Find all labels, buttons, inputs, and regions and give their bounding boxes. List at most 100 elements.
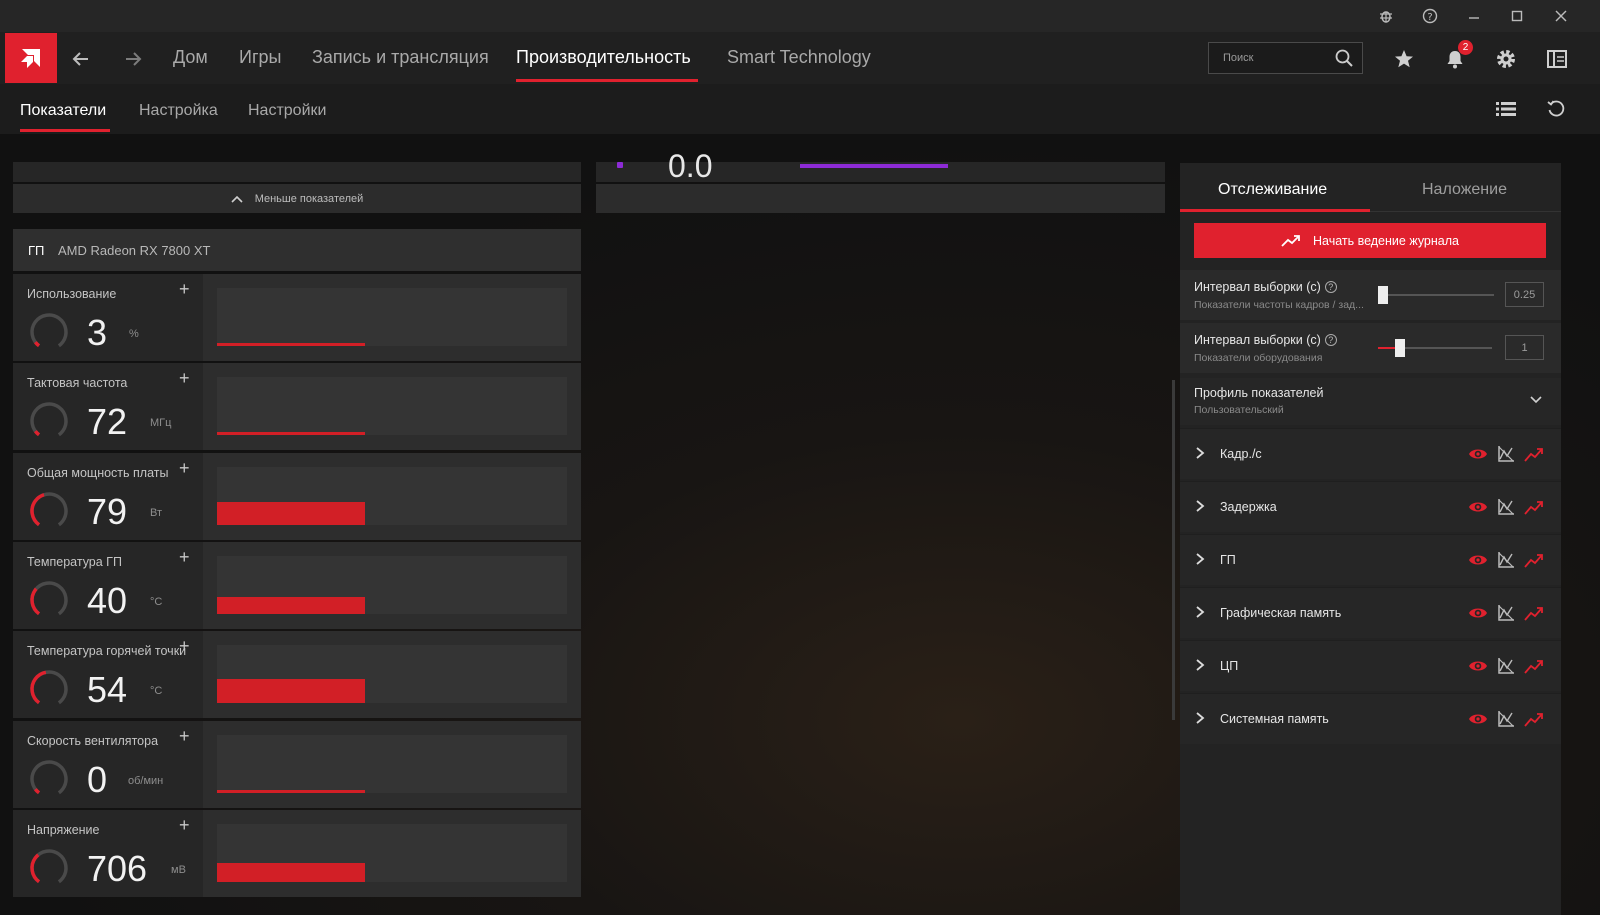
eye-icon[interactable] [1468, 497, 1488, 517]
subtab-tuning[interactable]: Настройка [139, 102, 218, 120]
partial-metric-bar [800, 164, 948, 168]
metric-history-bar [217, 343, 365, 346]
metric-row: Общая мощность платы + 79 Вт [13, 453, 581, 540]
add-metric-plus-icon[interactable]: + [179, 458, 190, 479]
partial-metric-row [13, 162, 581, 182]
metric-history-bar [217, 790, 365, 793]
amd-logo-icon[interactable] [5, 33, 57, 83]
back-arrow-icon[interactable] [68, 46, 94, 72]
minimize-icon[interactable] [1461, 6, 1487, 26]
maximize-icon[interactable] [1504, 6, 1530, 26]
add-metric-plus-icon[interactable]: + [179, 726, 190, 747]
eye-icon[interactable] [1468, 550, 1488, 570]
reset-icon[interactable] [1545, 98, 1567, 125]
notification-count-badge: 2 [1458, 40, 1473, 55]
chevron-right-icon[interactable] [1194, 499, 1206, 513]
sampling-interval-hw-slider-handle[interactable] [1395, 339, 1405, 357]
category-row-latency[interactable]: Задержка [1180, 481, 1561, 532]
add-metric-plus-icon[interactable]: + [179, 368, 190, 389]
metric-label: Температура ГП [27, 555, 122, 569]
graph-icon[interactable] [1496, 656, 1516, 676]
category-row-gpu[interactable]: ГП [1180, 534, 1561, 585]
tab-record-stream[interactable]: Запись и трансляция [312, 47, 489, 68]
partial-metric-value: 0.0 [668, 148, 713, 184]
search-input[interactable]: Поиск [1208, 42, 1363, 74]
sampling-interval-fps-value[interactable]: 0.25 [1505, 282, 1544, 307]
scrollbar[interactable] [1172, 380, 1175, 720]
category-row-vram[interactable]: Графическая память [1180, 587, 1561, 638]
eye-icon[interactable] [1468, 656, 1488, 676]
metric-history-chart [217, 467, 567, 525]
subtab-settings[interactable]: Настройки [248, 102, 326, 120]
favorites-star-icon[interactable] [1389, 44, 1419, 74]
chevron-right-icon[interactable] [1194, 658, 1206, 672]
start-logging-button[interactable]: Начать ведение журнала [1194, 223, 1546, 258]
metric-unit: °C [150, 685, 163, 697]
graph-icon[interactable] [1496, 603, 1516, 623]
metrics-profile-dropdown[interactable]: Профиль показателей Пользовательский [1180, 378, 1561, 425]
metric-history-chart [217, 288, 567, 346]
add-metric-plus-icon[interactable]: + [179, 815, 190, 836]
metric-value: 54 [87, 669, 128, 710]
sampling-interval-fps-slider-handle[interactable] [1378, 286, 1388, 304]
add-metric-plus-icon[interactable]: + [179, 279, 190, 300]
category-row-fps[interactable]: Кадр./с [1180, 428, 1561, 479]
eye-icon[interactable] [1468, 603, 1488, 623]
category-label: ЦП [1220, 659, 1239, 673]
sampling-interval-fps-slider[interactable] [1380, 294, 1494, 296]
graph-icon[interactable] [1496, 444, 1516, 464]
add-metric-plus-icon[interactable]: + [179, 636, 190, 657]
help-icon[interactable]: ? [1324, 334, 1337, 346]
tab-smart-technology[interactable]: Smart Technology [727, 47, 871, 68]
bug-report-icon[interactable] [1373, 6, 1399, 26]
sampling-interval-fps-label-wrap: Интервал выборки (с)? [1194, 280, 1337, 294]
category-row-cpu[interactable]: ЦП [1180, 640, 1561, 691]
list-view-icon[interactable] [1494, 98, 1518, 125]
chevron-right-icon[interactable] [1194, 552, 1206, 566]
chevron-right-icon[interactable] [1194, 605, 1206, 619]
graph-icon[interactable] [1496, 550, 1516, 570]
category-row-system-memory[interactable]: Системная память [1180, 693, 1561, 744]
metric-value: 0 [87, 759, 108, 800]
add-metric-plus-icon[interactable]: + [179, 547, 190, 568]
metric-label: Напряжение [27, 823, 100, 837]
account-panel-icon[interactable] [1542, 44, 1572, 74]
trend-log-icon[interactable] [1524, 444, 1544, 464]
tab-overlay[interactable]: Наложение [1422, 181, 1507, 199]
metric-row: Напряжение + 706 мВ [13, 810, 581, 897]
tab-home[interactable]: Дом [173, 47, 208, 68]
tab-tracking[interactable]: Отслеживание [1218, 181, 1327, 199]
trend-log-icon[interactable] [1524, 709, 1544, 729]
metric-history-bar [217, 432, 365, 435]
trend-log-icon[interactable] [1524, 656, 1544, 676]
metric-row: Использование + 3 % [13, 274, 581, 361]
trend-log-icon[interactable] [1524, 603, 1544, 623]
forward-arrow-icon[interactable] [120, 46, 146, 72]
chevron-right-icon[interactable] [1194, 711, 1206, 725]
help-icon[interactable]: ? [1324, 281, 1337, 293]
chevron-right-icon[interactable] [1194, 446, 1206, 460]
tab-games[interactable]: Игры [239, 47, 281, 68]
sub-navigation: Показатели Настройка Настройки [0, 84, 1600, 134]
less-metrics-button[interactable]: Меньше показателей [13, 184, 581, 213]
graph-icon[interactable] [1496, 709, 1516, 729]
graph-icon[interactable] [1496, 497, 1516, 517]
close-icon[interactable] [1548, 6, 1574, 26]
sampling-interval-hw-value[interactable]: 1 [1505, 335, 1544, 360]
trend-log-icon[interactable] [1524, 550, 1544, 570]
eye-icon[interactable] [1468, 709, 1488, 729]
trend-log-icon[interactable] [1524, 497, 1544, 517]
metric-gauge-icon [30, 670, 68, 708]
eye-icon[interactable] [1468, 444, 1488, 464]
tab-performance[interactable]: Производительность [516, 47, 691, 68]
help-icon[interactable]: ? [1417, 6, 1443, 26]
middle-footer-row [596, 184, 1165, 213]
metric-gauge-icon [30, 581, 68, 619]
category-label: Задержка [1220, 500, 1277, 514]
subtab-metrics[interactable]: Показатели [20, 102, 106, 120]
search-icon[interactable] [1334, 48, 1354, 68]
settings-gear-icon[interactable] [1491, 44, 1521, 74]
metric-history-chart [217, 377, 567, 435]
svg-text:?: ? [1427, 12, 1432, 23]
trend-line-icon [1281, 234, 1300, 247]
